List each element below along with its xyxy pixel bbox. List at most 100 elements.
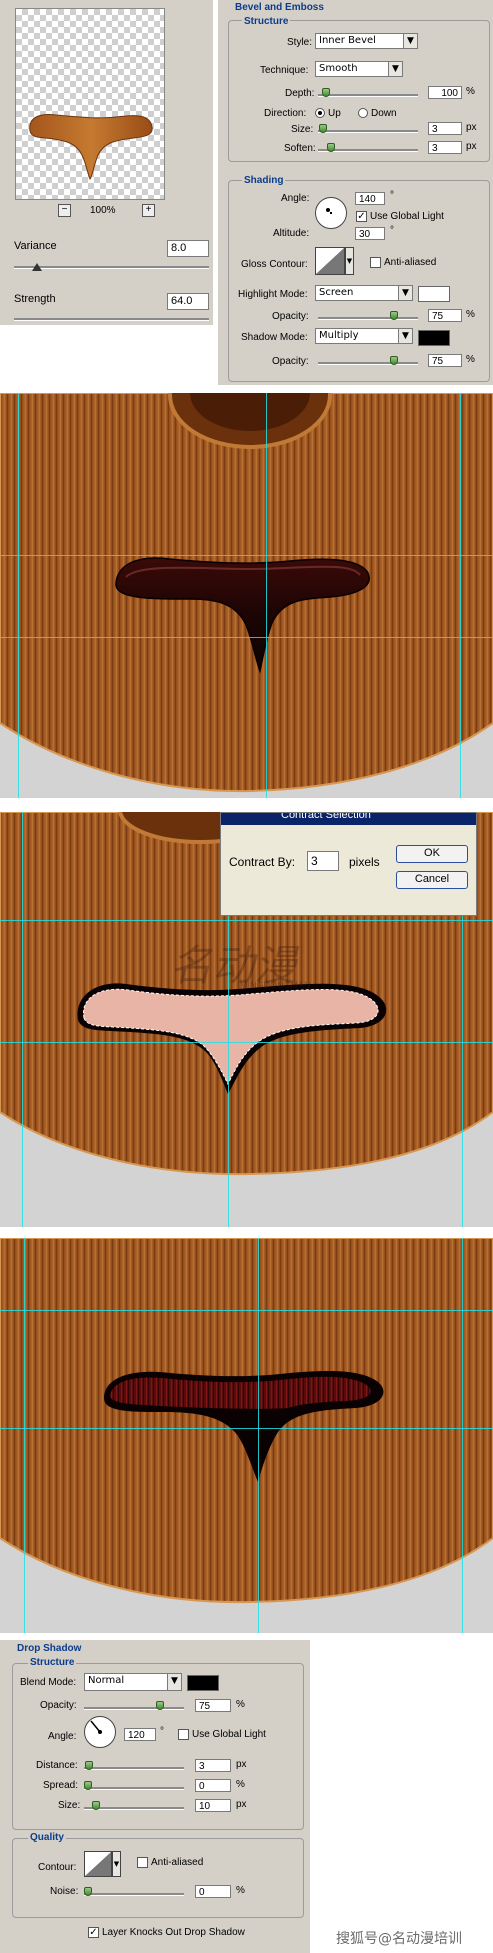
gloss-contour-dropdown-icon[interactable]: ▼ xyxy=(345,247,354,275)
soften-unit: px xyxy=(466,141,477,152)
depth-unit: % xyxy=(466,86,475,97)
technique-select[interactable]: Smooth ▼ xyxy=(315,61,403,77)
blend-mode-select[interactable]: Normal ▼ xyxy=(84,1673,182,1691)
drop-shadow-quality-group xyxy=(12,1838,304,1918)
ok-button[interactable]: OK xyxy=(396,845,468,863)
ds-size-thumb[interactable] xyxy=(92,1801,100,1810)
dialog-title-bar: Contract Selection xyxy=(221,813,476,825)
depth-slider-thumb[interactable] xyxy=(322,88,330,97)
ds-opacity-thumb[interactable] xyxy=(156,1701,164,1710)
angle-input[interactable]: 140 xyxy=(355,192,385,205)
ds-knockout-checkbox[interactable]: ✓ xyxy=(88,1927,99,1938)
direction-up-radio[interactable] xyxy=(315,108,325,118)
highlight-mode-select[interactable]: Screen ▼ xyxy=(315,285,413,301)
ds-angle-dial[interactable] xyxy=(84,1716,116,1748)
size-input[interactable]: 3 xyxy=(428,122,462,135)
ds-quality-title: Quality xyxy=(28,1832,66,1843)
shadow-opacity-input[interactable]: 75 xyxy=(428,354,462,367)
size-label: Size: xyxy=(291,124,314,135)
shadow-color-swatch[interactable] xyxy=(418,330,450,346)
ds-size-unit: px xyxy=(236,1799,247,1810)
variance-input[interactable]: 8.0 xyxy=(167,240,209,257)
ds-contour-picker[interactable] xyxy=(84,1851,112,1877)
guide-h2 xyxy=(0,1428,493,1429)
zoom-out-icon[interactable]: − xyxy=(58,204,71,217)
ds-noise-input[interactable]: 0 xyxy=(195,1885,231,1898)
blend-color-swatch[interactable] xyxy=(187,1675,219,1691)
highlight-color-swatch[interactable] xyxy=(418,286,450,302)
style-select[interactable]: Inner Bevel ▼ xyxy=(315,33,418,49)
mustache-preview-shape xyxy=(29,114,153,180)
chevron-down-icon: ▼ xyxy=(403,34,417,48)
shadow-opacity-label: Opacity: xyxy=(272,356,309,367)
guide-v1 xyxy=(22,812,23,1227)
soften-slider-thumb[interactable] xyxy=(327,143,335,152)
ds-distance-thumb[interactable] xyxy=(85,1761,93,1770)
panel-divider xyxy=(213,0,218,385)
ds-noise-label: Noise: xyxy=(50,1886,79,1897)
ds-angle-unit: ° xyxy=(160,1726,164,1737)
ds-noise-thumb[interactable] xyxy=(84,1887,92,1896)
variance-label: Variance xyxy=(14,240,57,252)
blend-mode-label: Blend Mode: xyxy=(20,1677,77,1688)
ds-global-light-label: Use Global Light xyxy=(192,1729,266,1740)
altitude-input[interactable]: 30 xyxy=(355,227,385,240)
variance-slider-thumb[interactable] xyxy=(32,263,42,271)
shading-title: Shading xyxy=(242,175,286,186)
ds-size-input[interactable]: 10 xyxy=(195,1799,231,1812)
cancel-button[interactable]: Cancel xyxy=(396,871,468,889)
technique-value: Smooth xyxy=(319,63,358,74)
shadow-mode-select[interactable]: Multiply ▼ xyxy=(315,328,413,344)
depth-input[interactable]: 100 xyxy=(428,86,462,99)
guitar-body-art xyxy=(0,393,493,793)
guide-h2 xyxy=(0,637,493,638)
chevron-down-icon: ▼ xyxy=(388,62,402,76)
watermark-logo-sub: MINGDONGMAN xyxy=(240,980,311,990)
direction-down-radio[interactable] xyxy=(358,108,368,118)
highlight-opacity-input[interactable]: 75 xyxy=(428,309,462,322)
zoom-in-icon[interactable]: + xyxy=(142,204,155,217)
guitar-final-art xyxy=(0,1238,493,1604)
strength-slider-track xyxy=(14,318,209,321)
strength-input[interactable]: 64.0 xyxy=(167,293,209,310)
size-slider-thumb[interactable] xyxy=(319,124,327,133)
highlight-opacity-thumb[interactable] xyxy=(390,311,398,320)
gloss-anti-aliased-checkbox[interactable] xyxy=(370,257,381,268)
use-global-light-label: Use Global Light xyxy=(370,211,444,222)
gloss-contour-label: Gloss Contour: xyxy=(241,259,308,270)
ds-spread-input[interactable]: 0 xyxy=(195,1779,231,1792)
shadow-mode-value: Multiply xyxy=(319,330,359,341)
shadow-opacity-thumb[interactable] xyxy=(390,356,398,365)
gloss-anti-aliased-label: Anti-aliased xyxy=(384,257,437,268)
ds-size-label: Size: xyxy=(58,1800,81,1811)
zoom-level: 100% xyxy=(90,205,116,216)
contract-by-label: Contract By: xyxy=(229,855,296,869)
shadow-mode-label: Shadow Mode: xyxy=(241,332,308,343)
variance-slider-track xyxy=(14,266,209,269)
strength-label: Strength xyxy=(14,293,56,305)
contract-by-input[interactable]: 3 xyxy=(307,851,339,871)
guide-v3 xyxy=(462,1238,463,1633)
soften-input[interactable]: 3 xyxy=(428,141,462,154)
ds-spread-label: Spread: xyxy=(43,1780,79,1791)
drop-shadow-title: Drop Shadow xyxy=(17,1643,82,1654)
gloss-contour-picker[interactable] xyxy=(315,247,345,275)
ds-opacity-input[interactable]: 75 xyxy=(195,1699,231,1712)
angle-dial[interactable] xyxy=(315,197,347,229)
altitude-unit: ° xyxy=(390,225,394,236)
structure-title: Structure xyxy=(242,16,291,27)
use-global-light-checkbox[interactable]: ✓ xyxy=(356,211,367,222)
ds-distance-input[interactable]: 3 xyxy=(195,1759,231,1772)
ds-global-light-checkbox[interactable] xyxy=(178,1729,189,1740)
highlight-mode-label: Highlight Mode: xyxy=(238,289,308,300)
ds-anti-aliased-checkbox[interactable] xyxy=(137,1857,148,1868)
dialog-title: Contract Selection xyxy=(281,813,371,821)
ds-contour-dropdown-icon[interactable]: ▼ xyxy=(112,1851,121,1877)
highlight-opacity-label: Opacity: xyxy=(272,311,309,322)
guide-v1 xyxy=(18,393,19,798)
ds-noise-track xyxy=(84,1893,184,1896)
ds-opacity-track xyxy=(84,1707,184,1710)
ds-angle-input[interactable]: 120 xyxy=(124,1728,156,1741)
ds-spread-thumb[interactable] xyxy=(84,1781,92,1790)
guide-v1 xyxy=(24,1238,25,1633)
